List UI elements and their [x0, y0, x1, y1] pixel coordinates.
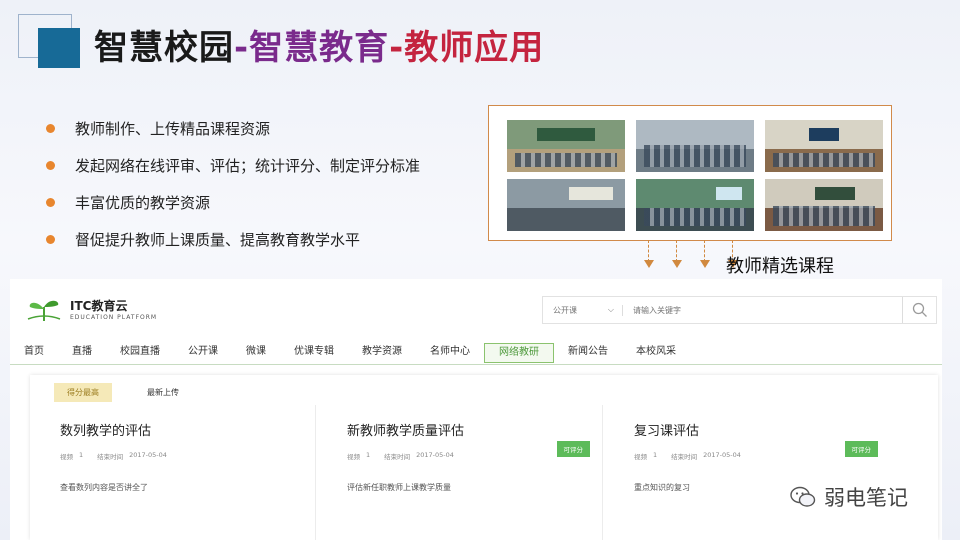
bullet-item: 督促提升教师上课质量、提高教育教学水平 — [46, 221, 420, 258]
end-date: 2017-05-04 — [416, 451, 454, 459]
classroom-photo — [636, 179, 754, 231]
title-part-teacher: -教师应用 — [389, 28, 545, 68]
end-date: 2017-05-04 — [703, 451, 741, 459]
card-title: 新教师教学质量评估 — [347, 424, 465, 439]
wechat-icon — [790, 486, 816, 507]
evaluation-panel: 得分最高 最新上传 数列教学的评估 视频 1 结束时间 2017-05-04 查看数… — [30, 375, 938, 540]
search-bar: 公开课 ⌵ — [542, 296, 937, 324]
bullet-item: 发起网络在线评审、评估；统计评分、制定评分标准 — [46, 147, 420, 184]
end-time-label: 结束时间 — [97, 453, 124, 461]
nav-item-featured-albums[interactable]: 优课专辑 — [280, 343, 348, 363]
card-description: 查看数列内容是否讲全了 — [60, 483, 148, 492]
logo-name: ITC教育云 — [70, 299, 128, 313]
title-part-campus: 智慧校园 — [94, 28, 234, 68]
title-part-education: -智慧教育 — [234, 28, 390, 68]
bullet-dot-icon — [46, 235, 55, 244]
classroom-photo — [765, 179, 883, 231]
end-time-label: 结束时间 — [671, 453, 698, 461]
tab-latest-upload[interactable]: 最新上传 — [134, 383, 192, 402]
evaluation-card[interactable]: 新教师教学质量评估 视频 1 结束时间 2017-05-04 可评分 评估新任职教师… — [317, 405, 603, 540]
nav-item-news[interactable]: 新闻公告 — [554, 343, 622, 363]
card-title: 数列教学的评估 — [60, 424, 152, 439]
bullet-item: 丰富优质的教学资源 — [46, 184, 420, 221]
scorable-badge[interactable]: 可评分 — [844, 441, 878, 457]
bullet-dot-icon — [46, 198, 55, 207]
evaluation-card[interactable]: 数列教学的评估 视频 1 结束时间 2017-05-04 查看数列内容是否讲全了 — [30, 405, 316, 540]
video-label: 视频 — [347, 453, 360, 461]
nav-item-campus-live[interactable]: 校园直播 — [106, 343, 174, 363]
bullet-text: 督促提升教师上课质量、提高教育教学水平 — [75, 231, 361, 249]
card-meta: 视频 1 结束时间 2017-05-04 — [347, 451, 454, 461]
card-title: 复习课评估 — [634, 424, 700, 439]
nav-item-home[interactable]: 首页 — [10, 343, 58, 363]
sort-tabs: 得分最高 最新上传 — [54, 383, 214, 402]
tab-top-score[interactable]: 得分最高 — [54, 383, 112, 402]
card-meta: 视频 1 结束时间 2017-05-04 — [634, 451, 741, 461]
bullet-dot-icon — [46, 124, 55, 133]
nav-item-school-showcase[interactable]: 本校风采 — [622, 343, 690, 363]
classroom-photo-grid — [488, 105, 892, 241]
card-description: 评估新任职教师上课教学质量 — [347, 483, 451, 492]
video-label: 视频 — [634, 453, 647, 461]
card-meta: 视频 1 结束时间 2017-05-04 — [60, 451, 167, 461]
search-icon — [912, 302, 927, 317]
bullet-text: 丰富优质的教学资源 — [75, 194, 211, 212]
main-nav: 首页 直播 校园直播 公开课 微课 优课专辑 教学资源 名师中心 网络教研 新闻… — [10, 341, 942, 365]
down-arrow-icon — [700, 240, 710, 270]
wechat-watermark: 弱电笔记 — [790, 482, 908, 512]
watermark-text: 弱电笔记 — [824, 486, 908, 510]
nav-item-resources[interactable]: 教学资源 — [348, 343, 416, 363]
classroom-photo — [636, 120, 754, 172]
search-category-value: 公开课 — [553, 305, 577, 315]
bullet-dot-icon — [46, 161, 55, 170]
nav-item-open-class[interactable]: 公开课 — [174, 343, 232, 363]
classroom-photo — [507, 179, 625, 231]
nav-item-teachers[interactable]: 名师中心 — [416, 343, 484, 363]
featured-courses-label: 教师精选课程 — [726, 256, 834, 277]
card-description: 重点知识的复习 — [634, 483, 690, 492]
end-date: 2017-05-04 — [129, 451, 167, 459]
classroom-photo — [507, 120, 625, 172]
evaluation-card[interactable]: 复习课评估 视频 1 结束时间 2017-05-04 可评分 重点知识的复习 — [604, 405, 890, 540]
slide-title: 智慧校园-智慧教育-教师应用 — [94, 20, 544, 69]
feature-bullet-list: 教师制作、上传精品课程资源 发起网络在线评审、评估；统计评分、制定评分标准 丰富… — [46, 110, 420, 258]
logo-subtitle: EDUCATION PLATFORM — [70, 314, 158, 321]
scorable-badge[interactable]: 可评分 — [556, 441, 590, 457]
title-decor-square — [38, 28, 80, 68]
chevron-down-icon: ⌵ — [607, 304, 614, 314]
video-count: 1 — [366, 451, 371, 459]
bullet-text: 教师制作、上传精品课程资源 — [75, 120, 271, 138]
down-arrow-icon — [644, 240, 654, 270]
classroom-photo — [765, 120, 883, 172]
bullet-text: 发起网络在线评审、评估；统计评分、制定评分标准 — [75, 157, 421, 175]
nav-item-online-research[interactable]: 网络教研 — [484, 342, 554, 363]
video-label: 视频 — [60, 453, 73, 461]
down-arrow-icon — [672, 240, 682, 270]
search-button[interactable] — [902, 297, 936, 323]
video-count: 1 — [79, 451, 84, 459]
video-count: 1 — [653, 451, 658, 459]
sprout-logo-icon — [24, 295, 64, 323]
end-time-label: 结束时间 — [384, 453, 411, 461]
nav-item-live[interactable]: 直播 — [58, 343, 106, 363]
bullet-item: 教师制作、上传精品课程资源 — [46, 110, 420, 147]
search-input[interactable] — [623, 305, 902, 315]
site-logo[interactable]: ITC教育云 EDUCATION PLATFORM — [24, 295, 157, 323]
nav-item-micro-class[interactable]: 微课 — [232, 343, 280, 363]
search-category-select[interactable]: 公开课 ⌵ — [543, 304, 623, 316]
